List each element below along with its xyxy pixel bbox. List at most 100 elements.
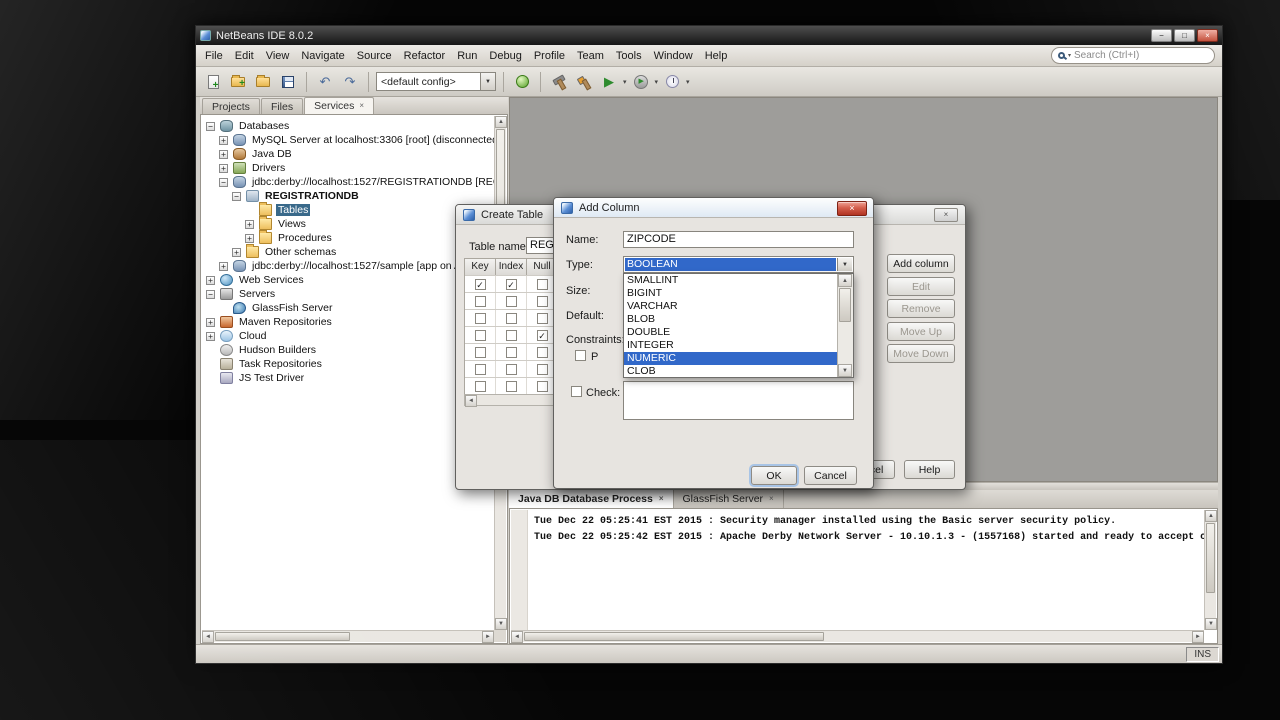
add-column-titlebar[interactable]: Add Column (554, 198, 873, 218)
option-smallint[interactable]: SMALLINT (624, 274, 837, 287)
new-project-button[interactable] (227, 71, 249, 93)
run-dropdown-arrow-icon[interactable]: ▾ (623, 78, 627, 86)
search-box[interactable]: ▾ Search (Ctrl+I) (1051, 47, 1215, 64)
null-checkbox[interactable] (536, 278, 548, 290)
clean-build-button[interactable] (573, 71, 595, 93)
menu-navigate[interactable]: Navigate (295, 48, 350, 64)
primary-key-checkbox[interactable] (575, 350, 586, 361)
menu-profile[interactable]: Profile (528, 48, 571, 64)
tree-node-other-schemas[interactable]: + Other schemas (202, 244, 494, 259)
expander-icon[interactable]: + (219, 135, 228, 145)
run-project-button[interactable]: ▶ (598, 71, 620, 93)
tree-node-tables[interactable]: Tables (202, 202, 494, 217)
tree-node-javadb[interactable]: + Java DB (202, 147, 494, 161)
window-titlebar[interactable]: NetBeans IDE 8.0.2 − □ × (196, 26, 1222, 45)
config-combobox[interactable]: <default config> ▼ (376, 72, 496, 91)
remove-button[interactable]: Remove (887, 299, 955, 318)
option-varchar[interactable]: VARCHAR (624, 300, 837, 313)
combobox-arrow-icon[interactable]: ▼ (837, 258, 852, 271)
tree-node-cloud[interactable]: + Cloud (202, 329, 494, 343)
tab-close-icon[interactable]: × (769, 495, 774, 503)
expander-icon[interactable]: + (219, 149, 228, 159)
menu-view[interactable]: View (260, 48, 296, 64)
new-file-button[interactable] (202, 71, 224, 93)
scroll-left-icon[interactable]: ◄ (465, 395, 477, 407)
index-checkbox[interactable] (505, 329, 517, 341)
create-table-help-button[interactable]: Help (904, 460, 955, 479)
scrollbar-thumb[interactable] (1206, 523, 1215, 593)
tab-files[interactable]: Files (260, 98, 304, 114)
tree-node-registrationdb-connection[interactable]: − jdbc:derby://localhost:1527/REGISTRATIO… (202, 175, 494, 189)
option-double[interactable]: DOUBLE (624, 326, 837, 339)
output-horizontal-scrollbar[interactable]: ◄ ► (511, 630, 1204, 643)
combobox-arrow-icon[interactable]: ▼ (480, 73, 495, 90)
open-project-button[interactable] (252, 71, 274, 93)
profile-dropdown-arrow-icon[interactable]: ▾ (686, 78, 690, 86)
profile-project-button[interactable] (661, 71, 683, 93)
scroll-right-icon[interactable]: ► (482, 631, 494, 643)
index-checkbox[interactable] (505, 346, 517, 358)
minimize-button[interactable]: − (1151, 29, 1172, 42)
debug-project-button[interactable] (630, 71, 652, 93)
tree-node-registrationdb-schema[interactable]: − REGISTRATIONDB (202, 189, 494, 203)
menu-debug[interactable]: Debug (483, 48, 527, 64)
expander-icon[interactable]: + (232, 247, 241, 257)
move-up-button[interactable]: Move Up (887, 322, 955, 341)
expander-icon[interactable]: − (206, 121, 215, 131)
scrollbar-thumb[interactable] (524, 632, 824, 641)
scroll-down-icon[interactable]: ▼ (495, 618, 507, 630)
index-checkbox[interactable] (505, 363, 517, 375)
null-checkbox[interactable]: ✓ (536, 329, 548, 341)
index-checkbox[interactable]: ✓ (505, 278, 517, 290)
dropdown-scrollbar[interactable]: ▲ ▼ (837, 274, 853, 377)
tab-close-icon[interactable]: × (659, 495, 664, 503)
type-combobox[interactable]: BOOLEAN ▼ (623, 256, 854, 273)
menu-window[interactable]: Window (648, 48, 699, 64)
tab-javadb-process[interactable]: Java DB Database Process × (509, 490, 674, 508)
tree-node-task-repositories[interactable]: Task Repositories (202, 357, 494, 371)
scroll-up-icon[interactable]: ▲ (495, 116, 507, 128)
scrollbar-thumb[interactable] (215, 632, 350, 641)
scroll-left-icon[interactable]: ◄ (202, 631, 214, 643)
expander-icon[interactable]: + (245, 219, 254, 229)
tree-node-js-test-driver[interactable]: JS Test Driver (202, 371, 494, 385)
scroll-up-icon[interactable]: ▲ (838, 274, 852, 287)
add-column-close-button[interactable]: × (837, 201, 867, 216)
key-checkbox[interactable] (474, 312, 486, 324)
null-checkbox[interactable] (536, 346, 548, 358)
add-column-button[interactable]: Add column (887, 254, 955, 273)
output-vertical-scrollbar[interactable]: ▲ ▼ (1204, 510, 1217, 630)
key-checkbox[interactable]: ✓ (474, 278, 486, 290)
tab-projects[interactable]: Projects (202, 98, 260, 114)
tree-node-drivers[interactable]: + Drivers (202, 161, 494, 175)
type-dropdown-list[interactable]: SMALLINT BIGINT VARCHAR BLOB DOUBLE INTE… (623, 273, 854, 378)
key-checkbox[interactable] (474, 329, 486, 341)
create-table-close-button[interactable]: × (934, 208, 958, 222)
tree-node-maven-repositories[interactable]: + Maven Repositories (202, 315, 494, 329)
expander-icon[interactable]: + (206, 331, 215, 341)
menu-refactor[interactable]: Refactor (398, 48, 452, 64)
expander-icon[interactable]: + (219, 163, 228, 173)
output-log[interactable]: Tue Dec 22 05:25:41 EST 2015 : Security … (532, 510, 1204, 630)
tree-node-hudson-builders[interactable]: Hudson Builders (202, 343, 494, 357)
menu-team[interactable]: Team (571, 48, 610, 64)
null-checkbox[interactable] (536, 295, 548, 307)
tree-node-glassfish[interactable]: GlassFish Server (202, 301, 494, 315)
move-down-button[interactable]: Move Down (887, 344, 955, 363)
scrollbar-thumb[interactable] (839, 288, 851, 322)
index-checkbox[interactable] (505, 295, 517, 307)
null-checkbox[interactable] (536, 363, 548, 375)
option-clob[interactable]: CLOB (624, 365, 837, 378)
tree-node-web-services[interactable]: + Web Services (202, 273, 494, 287)
null-checkbox[interactable] (536, 380, 548, 392)
expander-icon[interactable]: + (206, 317, 215, 327)
scroll-left-icon[interactable]: ◄ (511, 631, 523, 643)
tree-node-sample-connection[interactable]: + jdbc:derby://localhost:1527/sample [app… (202, 259, 494, 273)
menu-run[interactable]: Run (451, 48, 483, 64)
debug-dropdown-arrow-icon[interactable]: ▾ (655, 78, 659, 86)
undo-button[interactable]: ↶ (314, 71, 336, 93)
maximize-button[interactable]: □ (1174, 29, 1195, 42)
expander-icon[interactable]: − (232, 191, 241, 201)
index-checkbox[interactable] (505, 380, 517, 392)
expander-icon[interactable]: − (206, 289, 215, 299)
